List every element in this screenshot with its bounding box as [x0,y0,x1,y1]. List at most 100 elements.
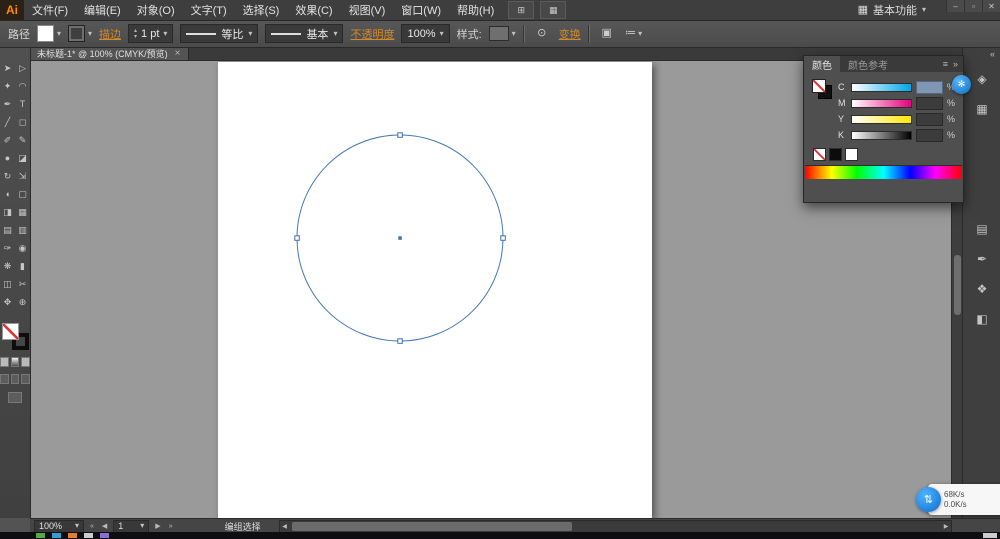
scroll-right-arrow[interactable]: ▶ [941,521,951,532]
adjustments-panel-icon[interactable]: ▦ [970,97,994,121]
scale-tool[interactable]: ⇲ [15,167,30,185]
channel-slider[interactable] [851,130,912,140]
tab-color-guide[interactable]: 颜色参考 [840,56,896,72]
gradient-tool[interactable]: ▥ [15,221,30,239]
channel-slider[interactable] [851,98,912,108]
width-profile-dropdown[interactable]: 等比 ▾ [180,24,259,43]
artboard[interactable] [218,62,652,518]
zoom-tool[interactable]: ⊕ [15,293,30,311]
shape-builder-tool[interactable]: ◨ [0,203,15,221]
minimize-button[interactable]: – [946,0,964,12]
graphic-styles-panel-icon[interactable]: ◧ [970,307,994,331]
menu-item[interactable]: 窗口(W) [393,0,449,20]
channel-slider[interactable] [851,114,912,124]
network-speed-icon[interactable]: ⇅ [916,487,941,512]
mesh-tool[interactable]: ▤ [0,221,15,239]
expand-panels-icon[interactable]: « [990,49,1000,61]
brush-definition-dropdown[interactable]: 基本 ▾ [265,24,344,43]
stepper-down-icon[interactable]: ▾ [134,34,137,40]
symbols-panel-icon[interactable]: ❖ [970,277,994,301]
white-swatch-button[interactable] [845,148,858,161]
restore-button[interactable]: ▫ [964,0,982,12]
color-spectrum[interactable] [805,165,962,179]
taskbar-tray[interactable] [983,533,997,538]
channel-value-field[interactable] [915,128,943,142]
collapse-panel-icon[interactable]: » [953,59,958,69]
transform-panel-link[interactable]: 变换 [559,26,581,42]
column-graph-tool[interactable]: ▮ [15,257,30,275]
stroke-panel-link[interactable]: 描边 [99,26,121,42]
draw-inside-button[interactable] [21,374,31,384]
stroke-color-control[interactable]: ▾ [68,25,92,42]
menu-item[interactable]: 帮助(H) [449,0,502,20]
paintbrush-tool[interactable]: ✐ [0,131,15,149]
panel-menu-icon[interactable]: ≡ [943,59,948,69]
horizontal-scrollbar[interactable]: ◀ ▶ [278,519,952,533]
black-swatch-button[interactable] [829,148,842,161]
selection-tool[interactable]: ➤ [0,59,15,77]
slice-tool[interactable]: ✂ [15,275,30,293]
stroke-color-swatch[interactable] [68,25,86,42]
workspace-switcher[interactable]: ▦ 基本功能 ▾ [848,2,936,18]
isolate-object-icon[interactable]: ▣ [597,25,617,43]
taskbar-app-icon[interactable] [84,533,93,538]
artboard-tool[interactable]: ◫ [0,275,15,293]
none-swatch-button[interactable] [813,148,826,161]
tab-color[interactable]: 颜色 [804,56,840,72]
graphic-style-swatch[interactable] [488,26,509,41]
swatches-panel-icon[interactable]: ▤ [970,217,994,241]
pencil-tool[interactable]: ✎ [15,131,30,149]
close-button[interactable]: ✕ [982,0,1000,12]
network-speed-overlay[interactable]: ⇅ 68K/s 0.0K/s [916,484,1000,515]
menu-item[interactable]: 选择(S) [235,0,288,20]
close-icon[interactable]: × [175,48,181,59]
eyedropper-tool[interactable]: ✑ [0,239,15,257]
menu-item[interactable]: 对象(O) [129,0,183,20]
pen-tool[interactable]: ✒ [0,95,15,113]
menu-item[interactable]: 编辑(E) [76,0,129,20]
magic-wand-tool[interactable]: ✦ [0,77,15,95]
taskbar-app-icon[interactable] [36,533,45,538]
type-tool[interactable]: T [15,95,30,113]
rotate-tool[interactable]: ↻ [0,167,15,185]
document-tab[interactable]: 未标题-1* @ 100% (CMYK/预览) × [30,47,189,60]
fill-swatch-none[interactable] [1,323,19,340]
stroke-weight-field[interactable]: ▴ ▾ 1 pt ▾ [128,24,174,43]
fill-none-swatch[interactable] [37,25,54,42]
color-mode-button[interactable] [0,357,9,367]
brushes-panel-icon[interactable]: ✒ [970,247,994,271]
rectangle-tool[interactable]: ◻ [15,113,30,131]
direct-selection-tool[interactable]: ▷ [15,59,30,77]
fill-color-control[interactable]: ▾ [37,25,61,42]
channel-value-field[interactable] [915,112,943,126]
channel-slider[interactable] [851,82,912,92]
width-tool[interactable]: ◖ [0,185,15,203]
opacity-panel-link[interactable]: 不透明度 [350,26,394,42]
stepper-icon[interactable]: ▴ ▾ [134,28,137,40]
line-segment-tool[interactable]: ╱ [0,113,15,131]
menu-item[interactable]: 视图(V) [341,0,394,20]
screen-capture-overlay-icon[interactable]: ✻ [952,75,971,94]
document-layout-icon[interactable]: ▦ [540,1,567,19]
blob-brush-tool[interactable]: ● [0,149,15,167]
opacity-value-dropdown[interactable]: 100% ▾ [401,24,450,43]
free-transform-tool[interactable]: ▢ [15,185,30,203]
panel-fill-stroke-indicator[interactable] [812,79,832,99]
menu-item[interactable]: 文件(F) [24,0,76,20]
draw-normal-button[interactable] [0,374,9,384]
symbol-sprayer-tool[interactable]: ❋ [0,257,15,275]
channel-value-field[interactable] [915,96,943,110]
taskbar-app-icon[interactable] [100,533,109,538]
draw-behind-button[interactable] [10,374,20,384]
none-mode-button[interactable] [21,357,31,367]
perspective-grid-tool[interactable]: ▦ [15,203,30,221]
channel-value-field[interactable] [915,80,943,94]
taskbar-app-icon[interactable] [68,533,77,538]
hand-tool[interactable]: ✥ [0,293,15,311]
fill-stroke-indicator[interactable] [1,323,29,350]
scroll-left-arrow[interactable]: ◀ [280,521,290,532]
menu-item[interactable]: 效果(C) [287,0,340,20]
artboard-number-dropdown[interactable]: 1 ▾ [113,519,150,533]
zoom-level-dropdown[interactable]: 100% ▾ [34,519,84,533]
color-themes-panel-icon[interactable]: ◈ [970,67,994,91]
